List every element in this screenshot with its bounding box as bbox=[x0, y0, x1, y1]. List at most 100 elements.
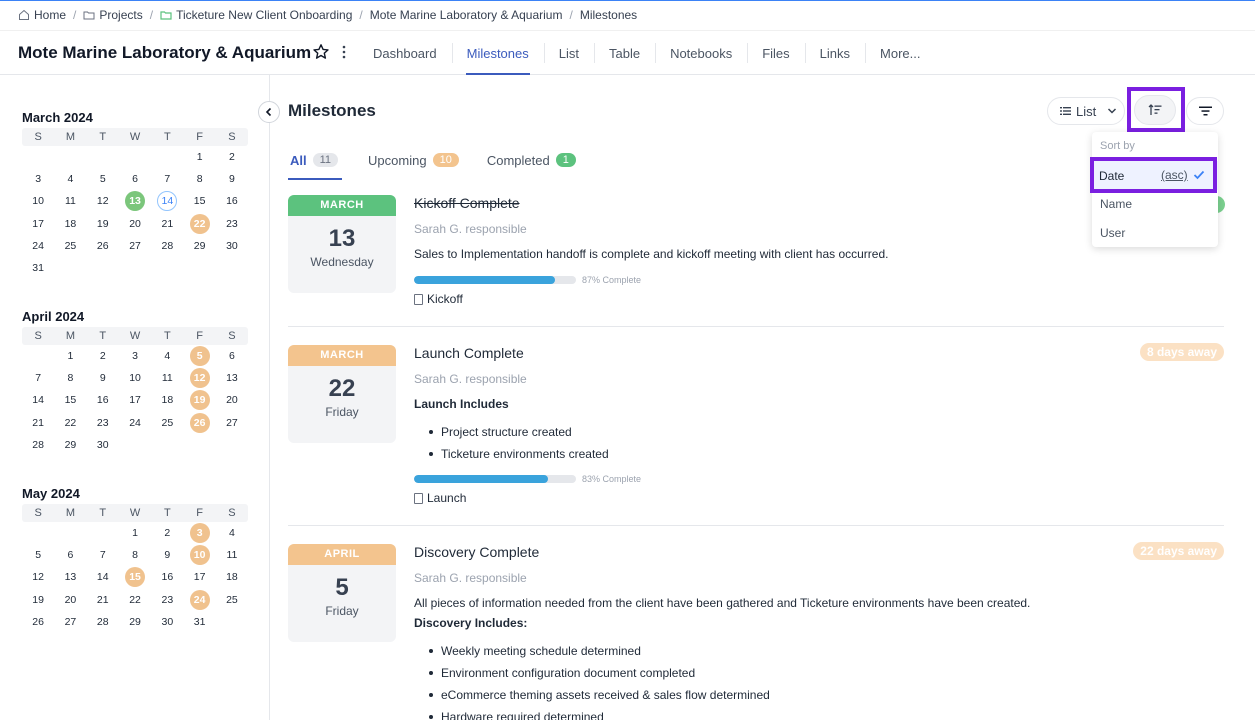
weekday-label: T bbox=[99, 330, 107, 342]
calendar-day-milestone[interactable]: 26 bbox=[189, 412, 210, 433]
task-list-icon bbox=[414, 293, 423, 305]
sort-dropdown-header: Sort by bbox=[1100, 140, 1135, 152]
view-select-button[interactable]: List bbox=[1047, 97, 1125, 125]
calendar-day: 2 bbox=[229, 151, 235, 164]
breadcrumb-separator: / bbox=[569, 8, 573, 22]
home-icon bbox=[19, 9, 29, 20]
calendar-day-milestone[interactable]: 24 bbox=[189, 589, 210, 610]
tab-more[interactable]: More... bbox=[865, 31, 935, 75]
calendar-day-milestone[interactable]: 19 bbox=[189, 390, 210, 411]
milestone-title[interactable]: Discovery Complete bbox=[414, 544, 539, 560]
calendar-day: 18 bbox=[226, 571, 238, 584]
sort-option-user[interactable]: User bbox=[1100, 226, 1125, 240]
calendar-day: 13 bbox=[64, 571, 77, 584]
tab-milestones[interactable]: Milestones bbox=[451, 31, 544, 75]
tab-links[interactable]: Links bbox=[804, 31, 865, 75]
progress-label: 83% Complete bbox=[582, 474, 642, 484]
calendar-day: 12 bbox=[32, 571, 44, 584]
milestone-tag-label: Launch bbox=[427, 491, 467, 505]
calendar-day: 17 bbox=[129, 394, 141, 407]
milestone-tag[interactable]: Kickoff bbox=[414, 292, 463, 306]
calendar-day: 29 bbox=[193, 239, 206, 252]
calendar-day: 27 bbox=[64, 615, 77, 628]
calendar-day-milestone[interactable]: 3 bbox=[189, 523, 210, 544]
calendar-day-today: 14 bbox=[157, 191, 178, 212]
filter-tab-completed[interactable]: Completed 1 bbox=[485, 150, 578, 180]
calendar-day: 6 bbox=[229, 350, 235, 363]
breadcrumb-separator: / bbox=[149, 8, 154, 22]
progress-label: 87% Complete bbox=[582, 275, 642, 285]
project-tabs: Dashboard Milestones List Table Notebooks Fil… bbox=[358, 31, 936, 76]
milestone-title[interactable]: Launch Complete bbox=[414, 345, 524, 361]
calendar-day: 1 bbox=[196, 151, 203, 164]
milestone-weekday: Friday bbox=[325, 405, 359, 419]
weekday-label: T bbox=[163, 131, 171, 143]
weekday-label: W bbox=[129, 330, 141, 342]
calendar-day: 12 bbox=[96, 195, 109, 208]
calendar-day: 23 bbox=[161, 593, 174, 606]
weekday-label: S bbox=[34, 330, 42, 342]
milestone-item[interactable]: MARCH 22 Friday Launch Complete 8 days a… bbox=[288, 343, 1224, 526]
calendar-day: 18 bbox=[161, 394, 174, 407]
calendar-day-milestone[interactable]: 12 bbox=[189, 368, 210, 389]
star-icon[interactable] bbox=[312, 43, 330, 61]
page-title: Mote Marine Laboratory & Aquarium bbox=[18, 43, 312, 62]
milestone-day: 22 bbox=[328, 375, 356, 402]
sort-option-name[interactable]: Name bbox=[1100, 197, 1132, 211]
weekday-label: T bbox=[99, 507, 107, 519]
tab-notebooks[interactable]: Notebooks bbox=[655, 31, 747, 75]
milestone-item[interactable]: MARCH 13 Wednesday Kickoff Complete Sara… bbox=[288, 195, 1224, 327]
milestone-tag[interactable]: Launch bbox=[414, 491, 466, 505]
breadcrumb-separator: / bbox=[359, 8, 363, 22]
breadcrumb-projects[interactable]: Projects bbox=[83, 8, 143, 22]
calendar-day-milestone[interactable]: 5 bbox=[189, 346, 210, 367]
calendar-day-milestone[interactable]: 10 bbox=[189, 545, 210, 566]
breadcrumb-project[interactable]: Mote Marine Laboratory & Aquarium bbox=[370, 8, 563, 22]
filter-button[interactable] bbox=[1186, 97, 1224, 125]
milestone-filter-tabs: All 11 Upcoming 10 Completed 1 bbox=[288, 150, 602, 180]
weekday-label: M bbox=[65, 507, 76, 519]
breadcrumb-onboarding[interactable]: Ticketure New Client Onboarding bbox=[160, 8, 352, 22]
milestone-includes-list: Project structure created Ticketure envi… bbox=[414, 424, 609, 468]
calendar-day-milestone[interactable]: 22 bbox=[189, 213, 210, 234]
tab-files[interactable]: Files bbox=[747, 31, 804, 75]
calendar-month-title: April 2024 bbox=[22, 309, 85, 324]
weekday-label: M bbox=[65, 330, 76, 342]
calendar-day: 7 bbox=[164, 173, 171, 186]
milestones-title: Milestones bbox=[288, 101, 376, 120]
tab-table[interactable]: Table bbox=[593, 31, 655, 75]
filter-tab-all[interactable]: All 11 bbox=[288, 150, 343, 180]
calendar-day: 11 bbox=[64, 195, 76, 208]
count-badge: 10 bbox=[432, 153, 459, 167]
calendar-day-completed[interactable]: 13 bbox=[125, 191, 146, 212]
milestone-day: 13 bbox=[328, 225, 356, 252]
weekday-label: S bbox=[34, 131, 42, 143]
calendar-day: 21 bbox=[161, 217, 174, 230]
milestone-item[interactable]: APRIL 5 Friday Discovery Complete 22 day… bbox=[288, 542, 1224, 720]
month-calendar: April 2024 S M T W T F S 1 2 3 4 5 6 7 8 9 10 11 12 13 14 15 16… bbox=[22, 309, 248, 456]
milestone-title[interactable]: Kickoff Complete bbox=[414, 195, 520, 211]
calendar-day: 6 bbox=[132, 173, 138, 186]
month-calendar: March 2024 S M T W T F S 1 2 3 4 5 6 7 8 9 10 11 12 13 14 15 16… bbox=[22, 110, 248, 279]
weekday-label: W bbox=[129, 507, 141, 519]
calendar-day: 20 bbox=[226, 394, 238, 407]
calendar-day: 3 bbox=[35, 173, 42, 186]
list-icon bbox=[1060, 107, 1071, 115]
tab-dashboard[interactable]: Dashboard bbox=[358, 31, 452, 75]
weekday-label: T bbox=[163, 507, 171, 519]
calendar-day: 27 bbox=[226, 416, 238, 429]
sort-button-highlight bbox=[1127, 87, 1185, 132]
calendar-day-milestone[interactable]: 15 bbox=[125, 567, 146, 588]
calendar-day: 1 bbox=[132, 527, 138, 540]
calendar-day: 29 bbox=[129, 615, 141, 628]
calendar-day: 28 bbox=[32, 438, 44, 451]
breadcrumb-home[interactable]: Home bbox=[18, 8, 66, 22]
collapse-sidebar-button[interactable] bbox=[258, 101, 280, 123]
filter-tab-upcoming[interactable]: Upcoming 10 bbox=[366, 150, 461, 180]
list-item: Environment configuration document compl… bbox=[414, 665, 770, 687]
calendar-day: 9 bbox=[229, 173, 235, 186]
milestone-description: Sales to Implementation handoff is compl… bbox=[414, 247, 889, 261]
more-options-icon[interactable] bbox=[340, 44, 348, 60]
tab-list[interactable]: List bbox=[543, 31, 594, 75]
calendar-weekday-header: SMTWTFS bbox=[22, 327, 248, 345]
